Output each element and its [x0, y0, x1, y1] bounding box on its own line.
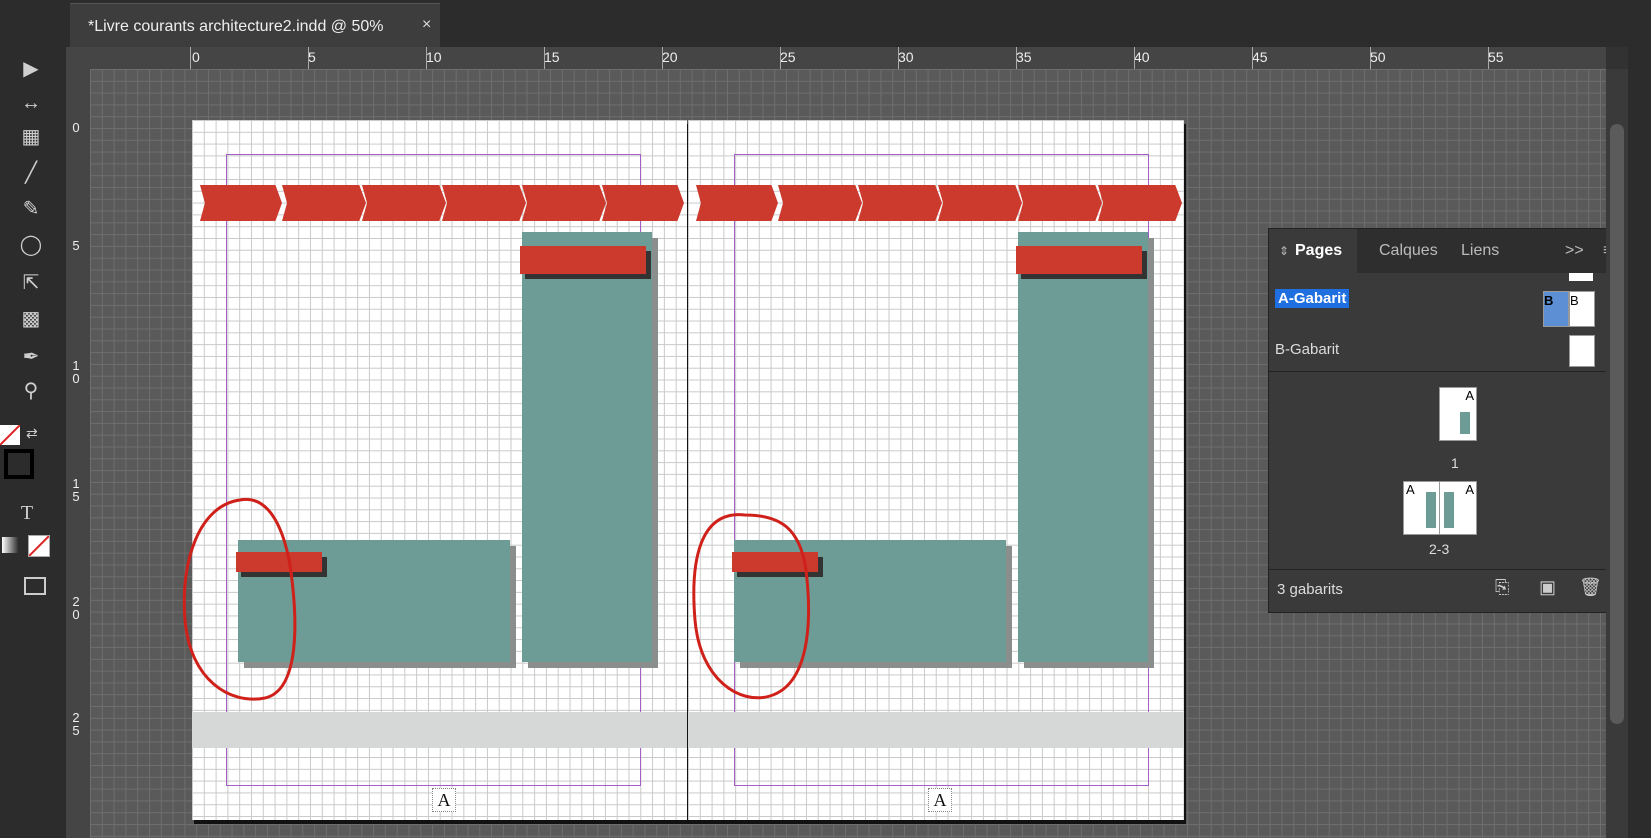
panel-divider — [1269, 371, 1629, 372]
tab-liens[interactable]: Liens — [1461, 242, 1499, 260]
red-caption-bar[interactable] — [732, 552, 818, 572]
ruler-label: 5 — [72, 238, 80, 253]
vertical-scrollbar[interactable] — [1606, 69, 1628, 838]
chevron-banner[interactable] — [442, 185, 526, 221]
page-marker: A — [432, 788, 456, 812]
page-thumb-letter: A — [1465, 388, 1474, 403]
page-thumb-1[interactable]: A — [1439, 387, 1477, 441]
scrollbar-thumb[interactable] — [1610, 124, 1624, 724]
master-b-gabarit[interactable]: B-Gabarit — [1275, 341, 1339, 358]
line-icon[interactable]: ╱ — [16, 159, 46, 187]
ruler-label: 30 — [898, 49, 914, 65]
chevron-banner[interactable] — [200, 185, 282, 221]
chevron-banner[interactable] — [602, 185, 684, 221]
master-thumb[interactable]: B — [1543, 291, 1569, 327]
master-a-gabarit[interactable]: A-Gabarit — [1275, 289, 1350, 308]
eyedropper-icon[interactable]: ✒ — [16, 343, 46, 371]
tab-calques[interactable]: Calques — [1379, 242, 1438, 260]
ruler-label: 10 — [426, 49, 442, 65]
chevron-banner[interactable] — [696, 185, 778, 221]
page-number-label: 2-3 — [1429, 541, 1450, 557]
collapse-panel-icon[interactable]: >> — [1565, 242, 1584, 260]
page-thumb-2[interactable]: A — [1403, 481, 1441, 535]
chevron-banner[interactable] — [858, 185, 942, 221]
right-page[interactable]: A — [688, 120, 1184, 820]
chevron-banner[interactable] — [778, 185, 862, 221]
master-thumb[interactable]: B — [1569, 291, 1595, 327]
document-tab-bar: *Livre courants architecture2.indd @ 50%… — [0, 0, 1651, 48]
master-thumb-b[interactable] — [1569, 335, 1595, 367]
page-thumb-letter: A — [1465, 482, 1474, 497]
ruler-label: 5 — [308, 49, 316, 65]
red-title-bar[interactable] — [1016, 246, 1142, 274]
footer-band — [192, 712, 687, 748]
footer-band — [688, 712, 1184, 748]
ellipse-icon[interactable]: ◯ — [16, 231, 46, 259]
apply-none-icon[interactable] — [28, 535, 50, 557]
ruler-label: 15 — [544, 49, 560, 65]
left-page[interactable]: A — [192, 120, 687, 820]
swap-colors-icon[interactable]: ⇄ — [26, 425, 38, 442]
tools-panel: ▶ ↔ ▦ ╱ ✎ ◯ ⇱ ▩ ✒ ⚲ ⇄ T — [0, 47, 66, 838]
master-thumb-letter: B — [1544, 293, 1554, 308]
ruler-label: 35 — [1016, 49, 1032, 65]
horizontal-ruler[interactable]: 0 5 10 15 20 25 30 35 40 45 50 55 — [66, 47, 1606, 69]
pen-icon[interactable]: ✎ — [16, 195, 46, 223]
ruler-label: 1 0 — [72, 358, 80, 386]
panel-tab-bar: ⇕ Pages Calques Liens >> ≡ — [1269, 229, 1629, 273]
new-page-icon[interactable]: ▣ — [1539, 577, 1556, 598]
ruler-label: 1 5 — [72, 476, 80, 504]
arrow-icon[interactable]: ▶ — [16, 55, 46, 83]
chevron-banner[interactable] — [1098, 185, 1182, 221]
chevron-banner[interactable] — [282, 185, 366, 221]
zoom-icon[interactable]: ⚲ — [16, 377, 46, 405]
trash-icon[interactable]: 🗑 — [1579, 577, 1602, 598]
ruler-label: 55 — [1488, 49, 1504, 65]
red-caption-bar[interactable] — [236, 552, 322, 572]
vertical-ruler[interactable]: 0 5 1 0 1 5 2 0 2 5 — [66, 69, 90, 838]
chevron-banner[interactable] — [362, 185, 446, 221]
teal-frame-tall[interactable] — [1018, 232, 1148, 662]
ruler-label: 0 — [72, 120, 80, 135]
ruler-label: 25 — [780, 49, 796, 65]
tab-pages-label[interactable]: Pages — [1295, 242, 1342, 260]
ruler-label: 45 — [1252, 49, 1268, 65]
collector-icon[interactable]: ▦ — [16, 123, 46, 151]
ruler-label: 2 0 — [72, 594, 80, 622]
edit-page-size-icon[interactable]: ⎘ — [1495, 577, 1509, 598]
page-thumb-3[interactable]: A — [1439, 481, 1477, 535]
fill-swatch[interactable] — [0, 424, 21, 446]
sort-icon[interactable]: ⇕ — [1279, 244, 1289, 258]
page-thumb-letter: A — [1406, 482, 1415, 497]
chevron-banner[interactable] — [938, 185, 1022, 221]
ruler-label: 0 — [192, 49, 200, 65]
page-number-label: 1 — [1451, 455, 1459, 471]
panel-divider — [1269, 569, 1629, 570]
transform-icon[interactable]: ⇱ — [16, 269, 46, 297]
document-tab[interactable]: *Livre courants architecture2.indd @ 50%… — [70, 3, 440, 48]
text-format-icon[interactable]: T — [12, 499, 42, 527]
ruler-label: 2 5 — [72, 710, 80, 738]
teal-frame-tall[interactable] — [522, 232, 652, 662]
ruler-label: 20 — [662, 49, 678, 65]
ruler-label: 50 — [1370, 49, 1386, 65]
none-swatch-icon — [0, 424, 21, 446]
gap-icon[interactable]: ↔ — [16, 89, 46, 117]
gradient-icon[interactable]: ▩ — [16, 305, 46, 333]
screen-mode-icon[interactable] — [24, 577, 46, 595]
right-dock-strip — [1628, 0, 1651, 838]
master-thumb-none — [1569, 273, 1593, 281]
red-title-bar[interactable] — [520, 246, 646, 274]
chevron-banner[interactable] — [522, 185, 606, 221]
close-icon[interactable]: × — [422, 16, 431, 34]
chevron-banner[interactable] — [1018, 185, 1102, 221]
masters-count: 3 gabarits — [1277, 581, 1343, 598]
pages-panel: ⇕ Pages Calques Liens >> ≡ A-Gabarit B-G… — [1268, 228, 1630, 613]
document-tab-title: *Livre courants architecture2.indd @ 50% — [88, 18, 384, 35]
ruler-label: 40 — [1134, 49, 1150, 65]
gradient-swatch-icon[interactable] — [2, 537, 18, 553]
page-marker: A — [928, 788, 952, 812]
master-thumb-letter: B — [1570, 293, 1579, 308]
stroke-swatch[interactable] — [4, 449, 34, 479]
